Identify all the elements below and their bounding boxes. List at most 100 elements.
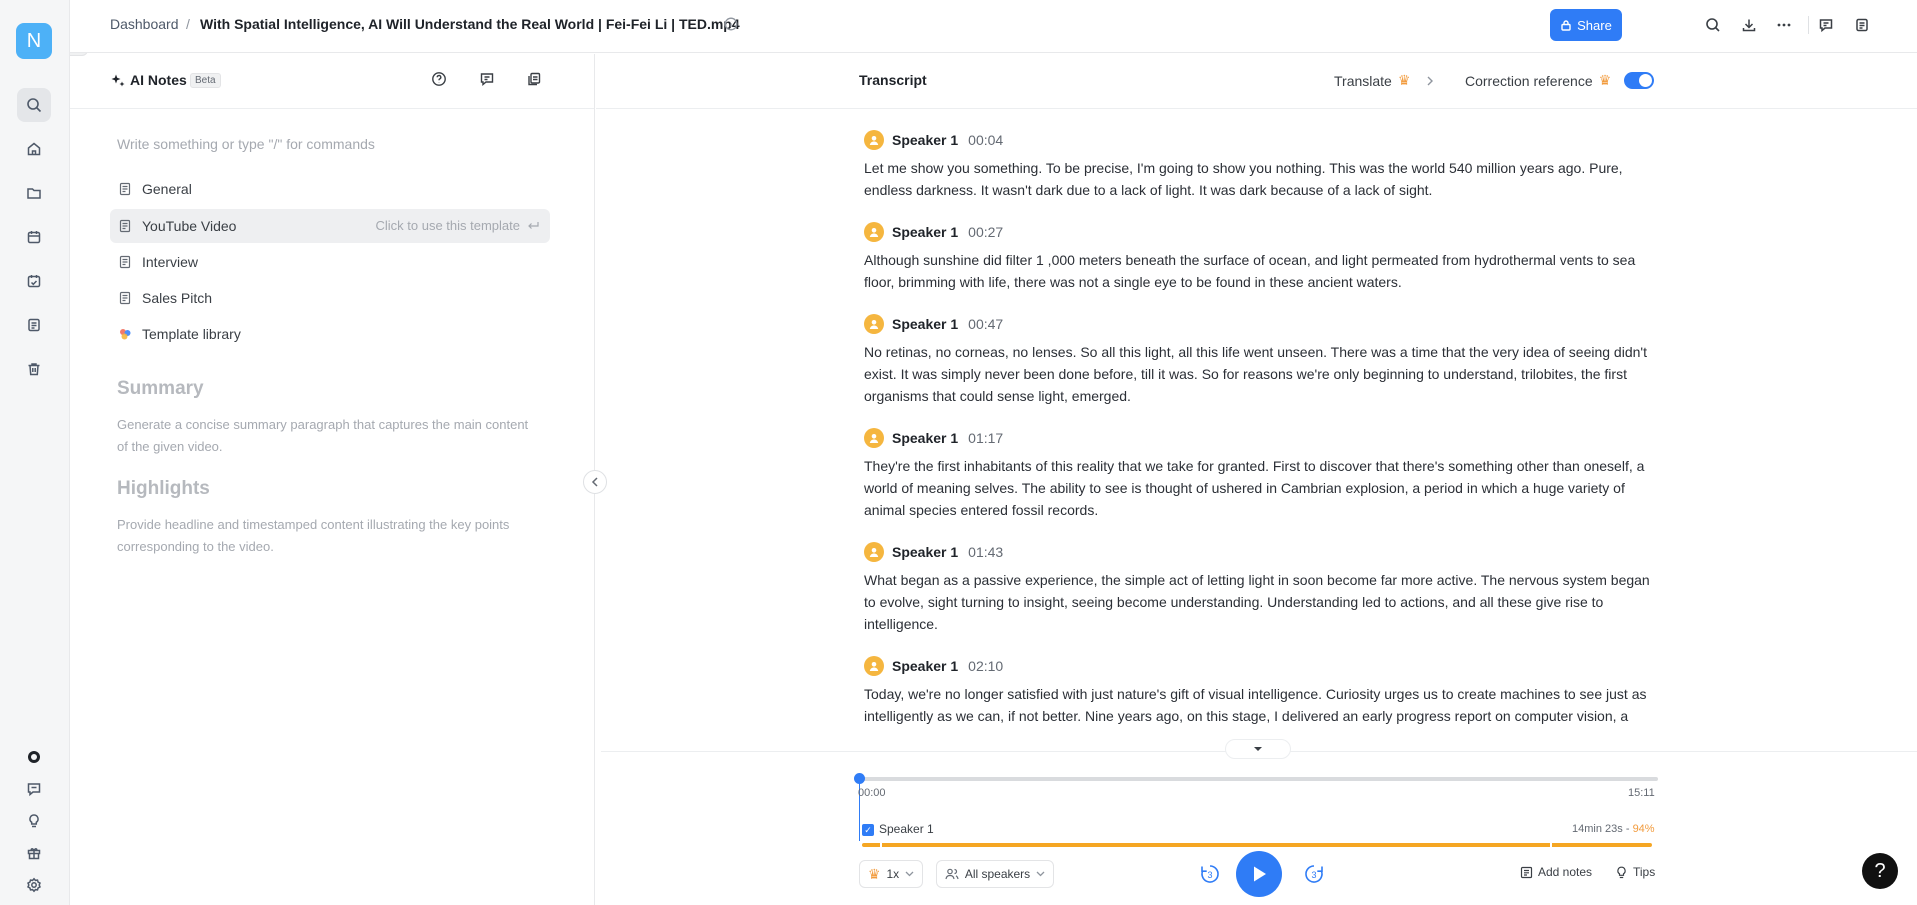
notes-icon[interactable] (17, 308, 51, 342)
template-interview[interactable]: Interview (110, 245, 550, 279)
file-title[interactable]: With Spatial Intelligence, AI Will Under… (200, 16, 740, 32)
summary-heading[interactable]: Summary (117, 378, 204, 400)
correction-reference: Correction reference ♛ (1465, 72, 1611, 89)
segment-text[interactable]: What began as a passive experience, the … (864, 569, 1654, 635)
tips-button[interactable]: Tips (1615, 865, 1655, 879)
chevron-down-icon (1036, 871, 1045, 877)
timestamp[interactable]: 00:47 (968, 316, 1003, 332)
beta-badge: Beta (190, 73, 221, 88)
document-panel-icon[interactable] (1851, 14, 1873, 36)
gift-icon[interactable] (17, 836, 51, 870)
scroll-to-current-button[interactable] (1225, 739, 1291, 759)
more-icon[interactable] (1773, 14, 1795, 36)
add-notes-button[interactable]: Add notes (1520, 865, 1592, 879)
lightbulb-icon[interactable] (17, 804, 51, 838)
template-label: Interview (142, 254, 199, 270)
speaker-checkbox[interactable]: ✓ (862, 824, 874, 836)
total-time: 15:11 (1628, 787, 1655, 799)
template-library-icon (120, 329, 131, 340)
caret-down-icon (1254, 747, 1262, 751)
timestamp[interactable]: 00:04 (968, 132, 1003, 148)
speaker-filter-label[interactable]: Speaker 1 (879, 822, 934, 836)
timestamp[interactable]: 01:43 (968, 544, 1003, 560)
speaker-name[interactable]: Speaker 1 (892, 316, 958, 332)
rewind-3s-icon[interactable]: 3 (1198, 862, 1222, 886)
left-rail: N (0, 0, 70, 905)
template-sales-pitch[interactable]: Sales Pitch (110, 281, 550, 315)
settings-icon[interactable] (17, 868, 51, 902)
transcript-segment[interactable]: Speaker 1 01:43 What began as a passive … (864, 541, 1654, 635)
download-icon[interactable] (1738, 14, 1760, 36)
segment-text[interactable]: They're the first inhabitants of this re… (864, 455, 1654, 521)
lightbulb-icon (1617, 866, 1626, 878)
forward-3s-icon[interactable]: 3 (1302, 862, 1326, 886)
timestamp[interactable]: 00:27 (968, 224, 1003, 240)
calendar-check-icon[interactable] (17, 264, 51, 298)
segment-text[interactable]: No retinas, no corneas, no lenses. So al… (864, 341, 1654, 407)
timestamp[interactable]: 02:10 (968, 658, 1003, 674)
notes-editor-placeholder[interactable]: Write something or type "/" for commands (117, 136, 375, 152)
playback-speed-value: 1x (886, 867, 900, 881)
playback-speed-button[interactable]: ♛ 1x (859, 860, 923, 888)
segment-text[interactable]: Today, we're no longer satisfied with ju… (864, 683, 1654, 727)
top-bar: Dashboard / With Spatial Intelligence, A… (70, 0, 1917, 53)
copy-icon[interactable] (526, 71, 546, 91)
folder-icon[interactable] (17, 176, 51, 210)
correction-toggle[interactable] (1624, 72, 1654, 89)
chat-edit-icon[interactable] (479, 71, 499, 91)
speaker-name[interactable]: Speaker 1 (892, 544, 958, 560)
search-transcript-icon[interactable] (1702, 14, 1724, 36)
calendar-icon[interactable] (17, 220, 51, 254)
transcript-segment[interactable]: Speaker 1 00:47 No retinas, no corneas, … (864, 313, 1654, 407)
transcript-header: Transcript Translate ♛ Correction refere… (596, 54, 1917, 109)
speaker-timeline-gap (880, 843, 882, 847)
transcript-segment[interactable]: Speaker 1 02:10 Today, we're no longer s… (864, 655, 1654, 727)
document-icon (119, 219, 131, 233)
template-library[interactable]: Template library (110, 317, 550, 351)
speaker-avatar (864, 130, 884, 150)
speaker-timeline-bar[interactable] (862, 843, 1652, 847)
speaker-filter-dropdown[interactable]: All speakers (936, 860, 1054, 888)
playback-progress-track[interactable] (858, 777, 1658, 781)
crown-icon: ♛ (1397, 72, 1411, 88)
ai-notes-title: AI Notes (130, 72, 187, 88)
breadcrumb-dashboard[interactable]: Dashboard (110, 16, 179, 32)
help-button[interactable]: ? (1862, 853, 1898, 889)
transcript-segment[interactable]: Speaker 1 00:04 Let me show you somethin… (864, 129, 1654, 201)
add-notes-label: Add notes (1538, 865, 1593, 879)
collapse-notes-button[interactable] (583, 470, 607, 494)
transcript-segment[interactable]: Speaker 1 00:27 Although sunshine did fi… (864, 221, 1654, 293)
use-template-hint[interactable]: Click to use this template (375, 218, 540, 233)
template-youtube-video[interactable]: YouTube Video Click to use this template (110, 209, 550, 243)
transcript-segment[interactable]: Speaker 1 01:17 They're the first inhabi… (864, 427, 1654, 521)
timestamp[interactable]: 01:17 (968, 430, 1003, 446)
svg-text:3: 3 (1311, 870, 1316, 880)
play-button[interactable] (1236, 851, 1282, 897)
feedback-icon[interactable] (17, 772, 51, 806)
record-icon[interactable] (17, 740, 51, 774)
workspace-avatar[interactable]: N (16, 23, 52, 59)
speaker-name[interactable]: Speaker 1 (892, 430, 958, 446)
speaker-name[interactable]: Speaker 1 (892, 224, 958, 240)
segment-text[interactable]: Let me show you something. To be precise… (864, 157, 1654, 201)
share-button[interactable]: Share (1550, 9, 1622, 41)
highlights-heading[interactable]: Highlights (117, 478, 210, 500)
speaker-timeline-gap (1550, 843, 1552, 847)
help-circle-icon[interactable] (431, 71, 451, 91)
trash-icon[interactable] (17, 352, 51, 386)
search-icon[interactable] (17, 88, 51, 122)
speaker-name[interactable]: Speaker 1 (892, 658, 958, 674)
comments-icon[interactable] (1815, 14, 1837, 36)
speaker-name[interactable]: Speaker 1 (892, 132, 958, 148)
translate-button[interactable]: Translate ♛ (1334, 72, 1434, 89)
chevron-right-icon (1427, 76, 1434, 85)
highlights-description: Provide headline and timestamped content… (117, 517, 510, 554)
info-icon[interactable] (724, 17, 738, 31)
segment-text[interactable]: Although sunshine did filter 1 ,000 mete… (864, 249, 1654, 293)
document-icon (119, 291, 131, 305)
enter-key-icon (528, 221, 539, 229)
home-icon[interactable] (17, 132, 51, 166)
template-general[interactable]: General (110, 172, 550, 206)
template-label: Template library (142, 326, 241, 342)
transcript-title: Transcript (859, 72, 927, 88)
